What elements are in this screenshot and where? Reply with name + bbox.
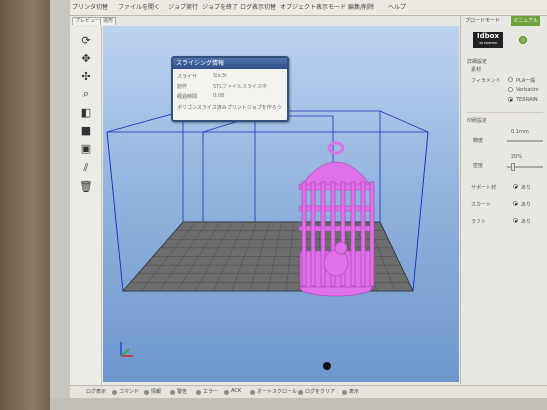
support-radio[interactable] bbox=[513, 184, 518, 189]
dialog-value-action: STLファイルスライス中 bbox=[213, 84, 267, 90]
view-side-icon[interactable]: ▣ bbox=[78, 140, 94, 156]
cage-bar bbox=[369, 181, 375, 287]
log-command-label[interactable]: コマンド bbox=[119, 388, 139, 395]
divider bbox=[467, 112, 543, 113]
support-label: サポート材 bbox=[471, 185, 497, 191]
dialog-value-slicer: Slic3r bbox=[213, 73, 227, 79]
dialog-label-elapsed: 経過時間 bbox=[177, 94, 198, 100]
menu-printer-switch[interactable]: プリンタ切替 bbox=[72, 2, 108, 11]
density-value: 20% bbox=[511, 154, 523, 160]
left-toolbar: ⟳ ✥ ✣ ⌕ ◧ ■ ▣ ⫽ 🗑 bbox=[70, 26, 102, 386]
tab-preview[interactable]: プレビュー bbox=[72, 17, 104, 25]
menu-open-file[interactable]: ファイルを開く bbox=[118, 2, 160, 11]
filament-radio-pla[interactable] bbox=[508, 77, 513, 82]
error-toggle-icon[interactable] bbox=[196, 390, 201, 395]
logo-text: Idbox bbox=[477, 32, 499, 40]
app-window: プリンタ切替 ファイルを開く ジョブ実行 ジョブを終了 ログ表示切替 オブジェク… bbox=[70, 0, 547, 398]
filament-radio-terrain[interactable] bbox=[508, 97, 513, 102]
raft-radio[interactable] bbox=[513, 218, 518, 223]
right-panel-tabs: プロードモード マニュアル bbox=[461, 16, 547, 26]
3d-viewport[interactable]: スライシング情報 スライサ Slic3r 創作 STLファイルスライス中 経過時… bbox=[103, 26, 459, 382]
support-value: あり bbox=[521, 185, 532, 191]
birdcage-model bbox=[298, 141, 375, 297]
cage-bar bbox=[360, 181, 366, 287]
show-log-icon[interactable] bbox=[342, 390, 347, 395]
section-print-settings: 印刷設定 bbox=[467, 118, 488, 124]
menu-log-toggle[interactable]: ログ表示切替 bbox=[240, 2, 276, 11]
quality-value: 0.1mm bbox=[511, 129, 529, 135]
section-material-settings: 詳細設定 bbox=[467, 59, 488, 65]
quality-label: 精度 bbox=[473, 138, 484, 144]
material-label: 素材 bbox=[471, 67, 482, 73]
log-warning-label[interactable]: 警告 bbox=[177, 388, 187, 395]
slice-tool-icon[interactable]: ⫽ bbox=[78, 160, 94, 176]
move-icon[interactable]: ✥ bbox=[78, 50, 94, 66]
quality-slider[interactable] bbox=[507, 140, 543, 142]
ack-toggle-icon[interactable] bbox=[224, 390, 229, 395]
density-label: 密度 bbox=[473, 163, 484, 169]
tab-manual[interactable]: マニュアル bbox=[511, 16, 540, 26]
menu-end-job[interactable]: ジョブを終了 bbox=[202, 2, 238, 11]
density-slider[interactable] bbox=[507, 163, 543, 171]
tab-print-mode[interactable]: プロードモード bbox=[463, 16, 502, 26]
command-toggle-icon[interactable] bbox=[112, 390, 117, 395]
menu-edit-delete[interactable]: 編集/削除 bbox=[348, 2, 374, 11]
status-indicator-icon bbox=[519, 36, 527, 44]
raft-value: あり bbox=[521, 219, 532, 225]
skirt-label: スカート bbox=[471, 202, 492, 208]
view-front-icon[interactable]: ■ bbox=[78, 122, 94, 138]
cage-bar bbox=[310, 181, 316, 287]
axis-indicator bbox=[120, 342, 133, 357]
menu-object-mode[interactable]: オブジェクト表示モード bbox=[280, 2, 346, 11]
skirt-radio[interactable] bbox=[513, 201, 518, 206]
dialog-footer: ポリゴンスライス済みプリントジョブを作ろう bbox=[177, 105, 282, 111]
log-show-label[interactable]: ログ表示 bbox=[86, 388, 106, 395]
pan-icon[interactable]: ✣ bbox=[78, 68, 94, 84]
skirt-value: あり bbox=[521, 202, 532, 208]
toolbar: プリンタ切替 ファイルを開く ジョブ実行 ジョブを終了 ログ表示切替 オブジェク… bbox=[70, 0, 547, 16]
filament-radio-verbatim[interactable] bbox=[508, 87, 513, 92]
warning-toggle-icon[interactable] bbox=[170, 390, 175, 395]
clear-log-icon[interactable] bbox=[298, 390, 303, 395]
filament-label: フィラメント bbox=[471, 78, 501, 84]
info-toggle-icon[interactable] bbox=[144, 390, 149, 395]
trash-icon[interactable]: 🗑 bbox=[78, 178, 94, 194]
view-tabs: プレビュー 造形 bbox=[72, 17, 132, 25]
filament-option-verbatim: Verbatim bbox=[516, 87, 539, 93]
monitor-bottom-bezel bbox=[50, 398, 547, 410]
log-info-label[interactable]: 情報 bbox=[151, 388, 161, 395]
dialog-label-slicer: スライサ bbox=[177, 74, 198, 80]
filament-option-pla: PLA一般 bbox=[516, 78, 536, 84]
raft-label: ラフト bbox=[471, 219, 487, 225]
log-statusbar: ログ表示 コマンド 情報 警告 エラー ACK オートスクロール ログをクリア … bbox=[70, 385, 547, 398]
density-slider-thumb[interactable] bbox=[511, 163, 515, 171]
right-settings-panel: プロードモード マニュアル Idbox 3D PRINTER 詳細設定 素材 フ… bbox=[460, 16, 547, 384]
dialog-label-action: 創作 bbox=[177, 84, 188, 90]
log-autoscroll-label[interactable]: オートスクロール bbox=[257, 388, 297, 395]
dialog-title[interactable]: スライシング情報 bbox=[173, 58, 287, 69]
log-clear-label[interactable]: ログをクリア bbox=[305, 388, 335, 395]
menu-run-job[interactable]: ジョブ実行 bbox=[168, 2, 198, 11]
dialog-value-elapsed: 0:08 bbox=[213, 93, 225, 99]
log-display-label[interactable]: 表示 bbox=[349, 388, 359, 395]
cage-bar bbox=[301, 181, 307, 287]
cage-bar bbox=[350, 181, 356, 287]
logo-subtext: 3D PRINTER bbox=[478, 41, 497, 45]
idbox-logo: Idbox 3D PRINTER bbox=[473, 32, 503, 48]
log-error-label[interactable]: エラー bbox=[203, 388, 218, 395]
autoscroll-toggle-icon[interactable] bbox=[250, 390, 255, 395]
cage-bar bbox=[320, 181, 326, 287]
filament-option-terrain: TERRAIN bbox=[516, 97, 538, 103]
tab-build[interactable]: 造形 bbox=[100, 17, 117, 25]
view-iso-icon[interactable]: ◧ bbox=[78, 104, 94, 120]
origin-marker bbox=[323, 362, 331, 370]
menu-help[interactable]: ヘルプ bbox=[388, 2, 406, 11]
zoom-icon[interactable]: ⌕ bbox=[78, 86, 94, 102]
slicing-info-dialog: スライシング情報 スライサ Slic3r 創作 STLファイルスライス中 経過時… bbox=[171, 56, 289, 122]
log-ack-label[interactable]: ACK bbox=[231, 388, 241, 394]
reset-view-icon[interactable]: ⟳ bbox=[78, 32, 94, 48]
